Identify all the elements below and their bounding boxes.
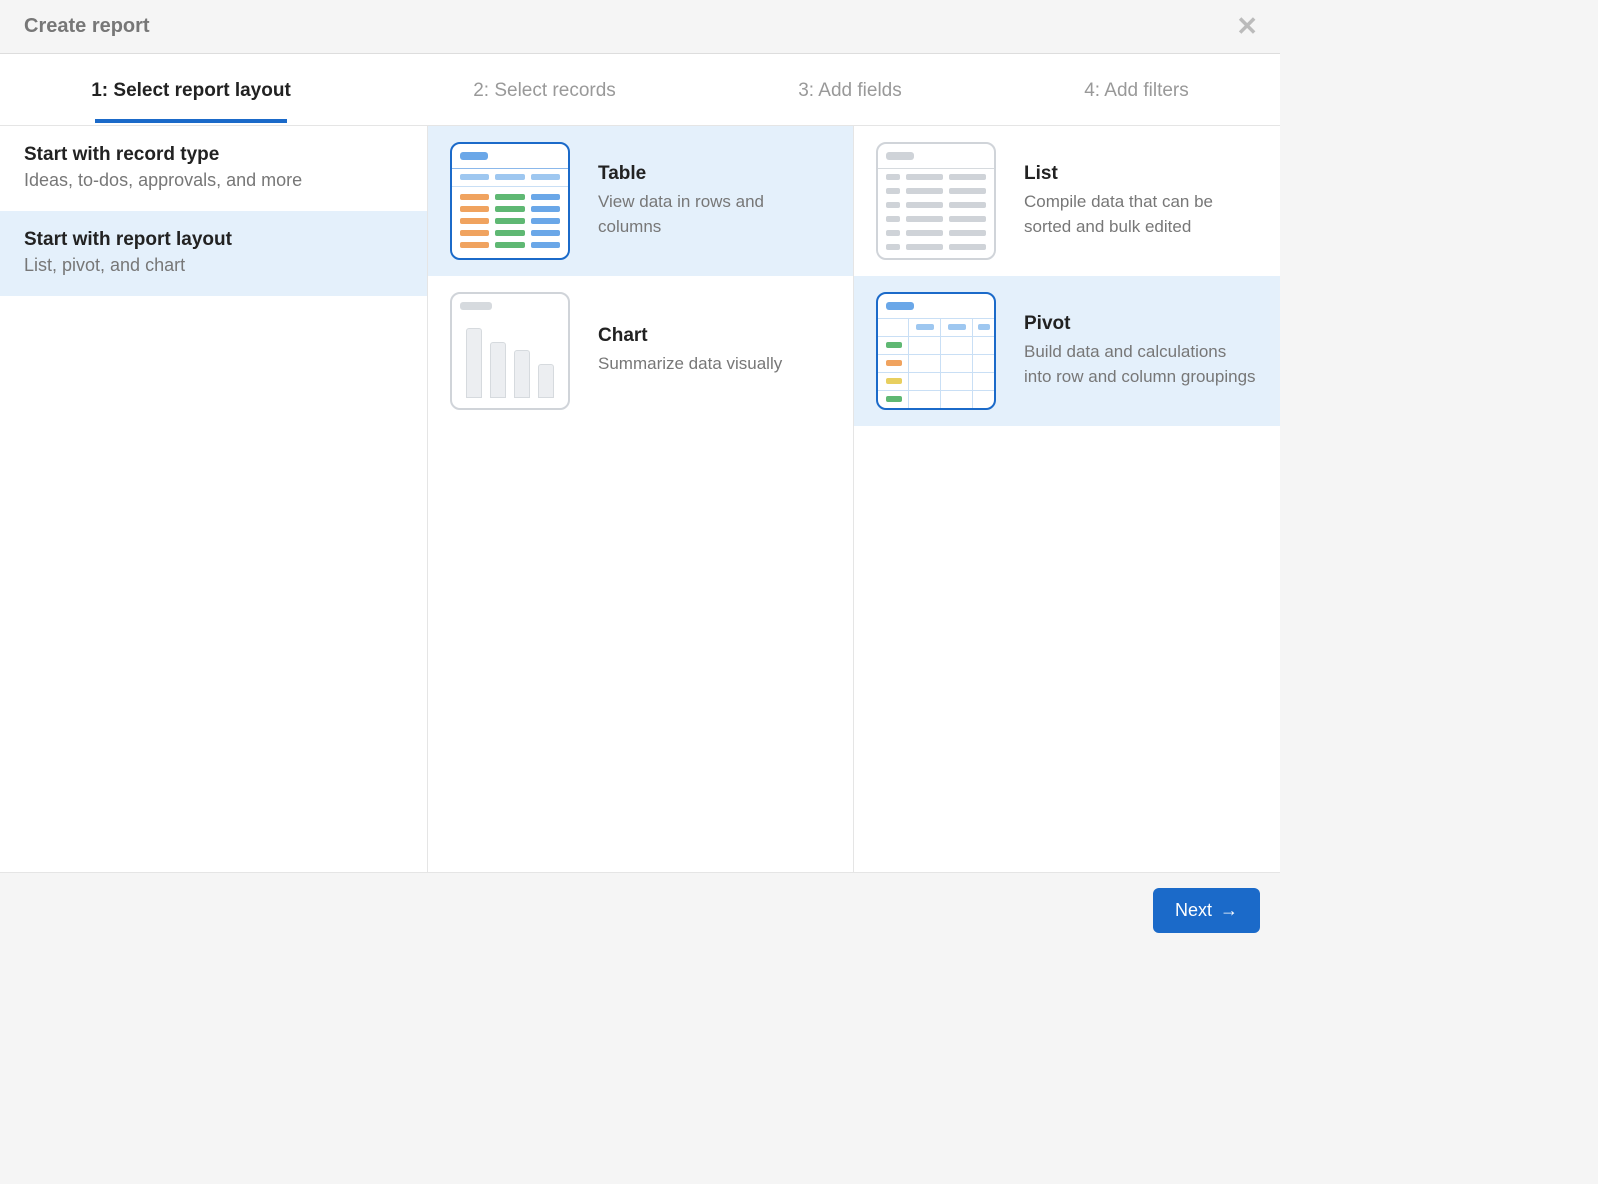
modal-title: Create report [24, 15, 150, 38]
wizard-steps: 1: Select report layout 2: Select record… [0, 54, 1280, 126]
step-add-fields[interactable]: 3: Add fields [788, 58, 912, 122]
layout-title: Pivot [1024, 313, 1258, 335]
layout-desc: View data in rows and columns [598, 189, 831, 240]
step-add-filters[interactable]: 4: Add filters [1074, 58, 1199, 122]
layout-card-list[interactable]: List Compile data that can be sorted and… [854, 126, 1280, 276]
list-thumb-icon [876, 142, 996, 260]
step-select-layout[interactable]: 1: Select report layout [81, 58, 301, 122]
start-mode-list: Start with record type Ideas, to-dos, ap… [0, 126, 428, 872]
grid-filler [428, 426, 854, 872]
option-title: Start with report layout [24, 229, 403, 251]
modal-header: Create report ✕ [0, 0, 1280, 54]
layout-desc: Compile data that can be sorted and bulk… [1024, 189, 1258, 240]
next-button[interactable]: Next → [1153, 888, 1260, 933]
chart-thumb-icon [450, 292, 570, 410]
layout-card-chart[interactable]: Chart Summarize data visually [428, 276, 854, 426]
layout-desc: Summarize data visually [598, 351, 831, 377]
option-subtitle: List, pivot, and chart [24, 255, 403, 276]
pivot-thumb-icon [876, 292, 996, 410]
layout-card-table[interactable]: Table View data in rows and columns [428, 126, 854, 276]
layout-title: List [1024, 163, 1258, 185]
close-icon[interactable]: ✕ [1232, 7, 1262, 46]
modal-footer: Next → [0, 872, 1280, 948]
layout-title: Table [598, 163, 831, 185]
layout-desc: Build data and calculations into row and… [1024, 339, 1258, 390]
layout-grid: Table View data in rows and columns List… [428, 126, 1280, 872]
create-report-modal: Create report ✕ 1: Select report layout … [0, 0, 1280, 948]
arrow-right-icon: → [1220, 900, 1238, 921]
option-report-layout[interactable]: Start with report layout List, pivot, an… [0, 211, 427, 296]
modal-body: Start with record type Ideas, to-dos, ap… [0, 126, 1280, 872]
table-thumb-icon [450, 142, 570, 260]
option-subtitle: Ideas, to-dos, approvals, and more [24, 170, 403, 191]
layout-title: Chart [598, 325, 831, 347]
step-select-records[interactable]: 2: Select records [463, 58, 626, 122]
option-title: Start with record type [24, 144, 403, 166]
layout-card-pivot[interactable]: Pivot Build data and calculations into r… [854, 276, 1280, 426]
next-label: Next [1175, 900, 1212, 921]
grid-filler [854, 426, 1280, 872]
option-record-type[interactable]: Start with record type Ideas, to-dos, ap… [0, 126, 427, 211]
